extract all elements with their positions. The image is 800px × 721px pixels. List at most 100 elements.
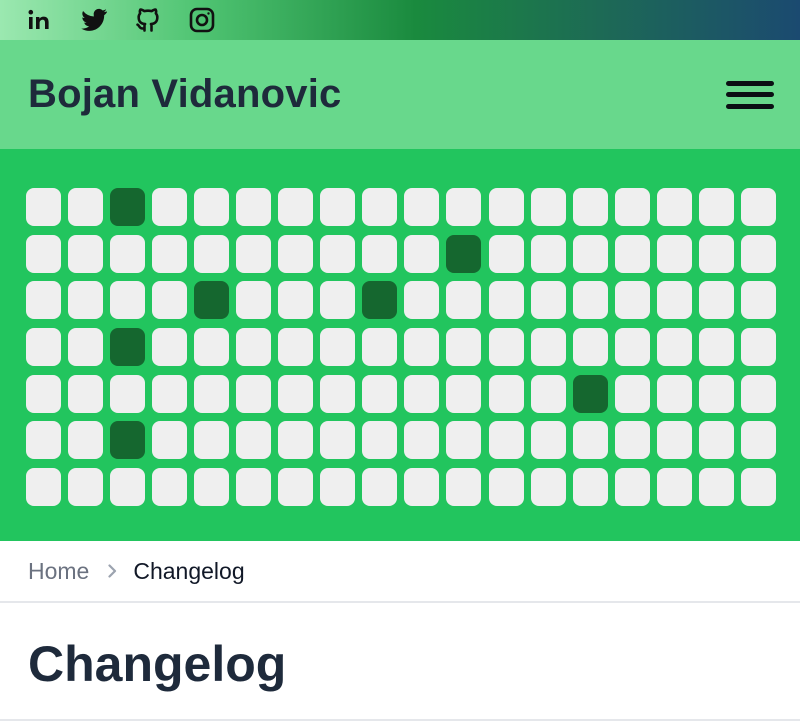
grid-cell [68,328,104,367]
grid-cell [614,281,650,320]
grid-cell [278,421,314,460]
breadcrumb: Home Changelog [0,541,800,603]
grid-cell [194,421,230,460]
grid-cell [446,374,482,413]
page-title: Changelog [28,636,287,692]
linkedin-icon[interactable] [26,6,54,34]
grid-cell [194,374,230,413]
grid-cell [488,374,524,413]
grid-cell [530,468,566,507]
grid-cell-active [194,281,230,320]
grid-cell [656,234,692,273]
grid-cell [698,234,734,273]
grid-cell [278,468,314,507]
grid-cell [320,468,356,507]
grid-cell [740,188,776,226]
grid-cell-active [572,374,608,413]
grid-cell [530,281,566,320]
grid-cell [152,328,188,367]
grid-cell [152,468,188,507]
grid-cell [656,188,692,226]
site-title[interactable]: Bojan Vidanovic [28,72,341,117]
grid-cell [572,328,608,367]
grid-cell [320,328,356,367]
grid-cell [320,188,356,226]
grid-cell [698,281,734,320]
grid-cell [26,281,61,320]
grid-cell [236,234,272,273]
grid-cell [530,374,566,413]
grid-cell [152,188,188,226]
grid-cell [530,421,566,460]
grid-cell [362,188,398,226]
chevron-right-icon [101,560,123,582]
grid-cell [488,468,524,507]
grid-cell [530,188,566,226]
grid-cell [362,421,398,460]
grid-cell [488,421,524,460]
grid-cell [26,328,61,367]
twitter-icon[interactable] [80,6,108,34]
grid-cell [26,468,61,507]
grid-cell [68,188,104,226]
grid-cell [404,421,440,460]
grid-cell [530,234,566,273]
grid-cell [698,468,734,507]
grid-cell-active [110,328,146,367]
grid-cell [152,234,188,273]
grid-cell [362,374,398,413]
grid-cell [236,188,272,226]
grid-cell [26,421,61,460]
breadcrumb-home-link[interactable]: Home [28,558,89,585]
grid-cell [698,188,734,226]
grid-cell [572,281,608,320]
grid-cell [656,468,692,507]
grid-cell [446,188,482,226]
activity-grid [26,188,776,507]
grid-cell [656,374,692,413]
grid-cell [572,234,608,273]
grid-cell [488,188,524,226]
grid-cell [614,234,650,273]
grid-cell [26,188,61,226]
grid-cell [278,281,314,320]
grid-cell [152,374,188,413]
menu-bar [726,80,774,86]
grid-cell [236,468,272,507]
grid-cell [488,328,524,367]
grid-cell-active [446,234,482,273]
instagram-icon[interactable] [188,6,216,34]
page-title-section: Changelog [0,603,800,721]
grid-cell [278,374,314,413]
grid-cell [320,234,356,273]
grid-cell [740,328,776,367]
grid-cell [278,188,314,226]
grid-cell [614,468,650,507]
grid-cell [362,234,398,273]
grid-cell [278,328,314,367]
grid-cell [68,374,104,413]
grid-cell-active [110,421,146,460]
grid-cell [614,188,650,226]
grid-cell [110,234,146,273]
grid-cell [110,468,146,507]
grid-cell [404,328,440,367]
grid-cell [614,421,650,460]
github-icon[interactable] [134,6,162,34]
grid-cell [194,328,230,367]
grid-cell [68,281,104,320]
menu-bar [726,103,774,109]
grid-cell [68,234,104,273]
grid-cell [404,188,440,226]
grid-cell [446,468,482,507]
grid-cell [236,421,272,460]
menu-bar [726,92,774,97]
grid-cell [572,421,608,460]
grid-cell-active [110,188,146,226]
grid-cell [320,421,356,460]
hamburger-menu-icon[interactable] [726,77,774,113]
grid-cell [404,374,440,413]
grid-cell [26,234,61,273]
grid-cell [320,281,356,320]
grid-cell [362,468,398,507]
